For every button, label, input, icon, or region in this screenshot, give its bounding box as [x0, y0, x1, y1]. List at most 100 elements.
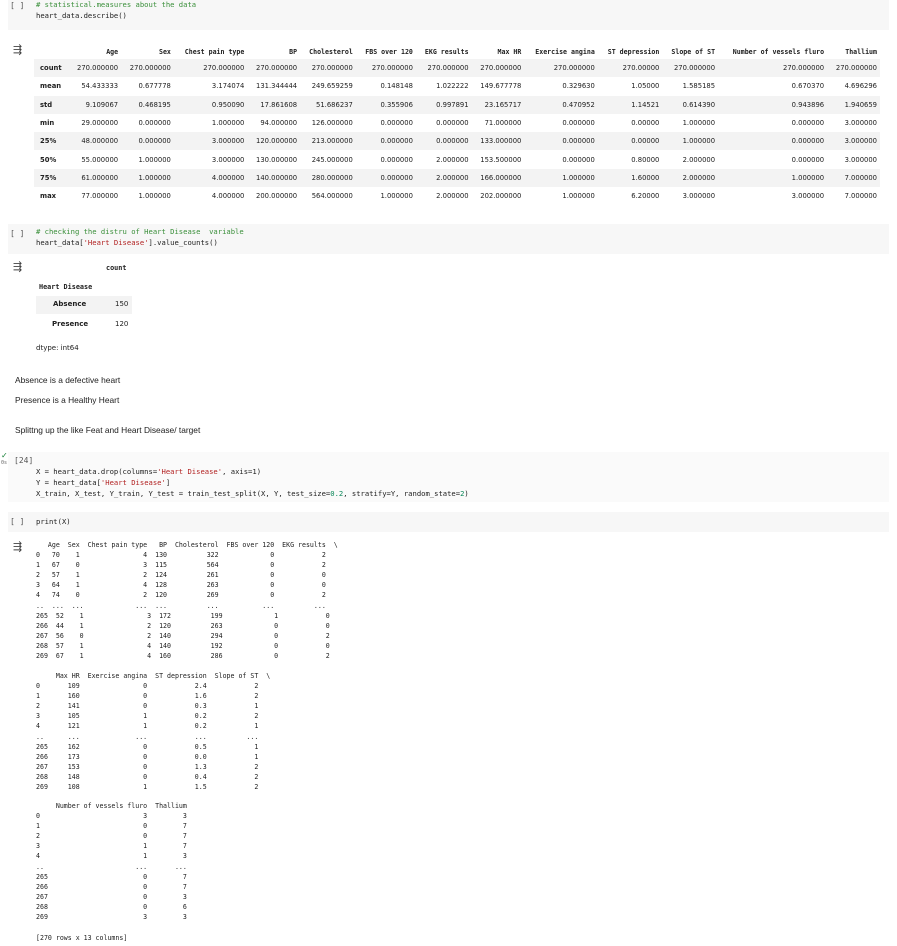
table-cell: 0.000000 — [121, 132, 174, 151]
table-cell: 1.000000 — [138, 155, 171, 164]
code-comment: # statistical.measures about the data — [36, 0, 197, 9]
table-cell: 120.000000 — [247, 132, 301, 151]
table-cell: 0.000000 — [524, 132, 598, 151]
table-cell: 0.997891 — [415, 95, 472, 114]
table-cell: 270.000000 — [121, 59, 174, 78]
table-cell: 1.000000 — [662, 132, 719, 151]
table-cell: 4.000000 — [211, 192, 245, 201]
table-cell: 0.000000 — [791, 155, 825, 164]
table-cell: 270.000000 — [524, 59, 598, 78]
describe-output-table: Age Sex Chest pain type BP Cholesterol FBS ov… — [34, 45, 880, 205]
print-output-block: Max HR Exercise angina ST depression Slo… — [36, 672, 271, 792]
row-index: mean — [40, 82, 62, 91]
column-header: FBS over 120 — [365, 48, 413, 56]
row-index: 75% — [34, 168, 69, 188]
table-cell: 2.000000 — [415, 168, 472, 188]
code-line: heart_data.describe() — [36, 11, 127, 20]
table-cell: 200.000000 — [256, 192, 298, 201]
code-token: ] — [165, 478, 171, 487]
table-cell: 213.000000 — [300, 132, 356, 151]
row-index: min — [40, 119, 55, 128]
code-token: ) — [464, 489, 469, 498]
table-cell: 2.000000 — [436, 192, 469, 201]
table-cell: 4.000000 — [173, 168, 248, 188]
table-cell: 249.659259 — [311, 82, 353, 91]
row-index: std — [34, 95, 69, 114]
table-cell: 1.000000 — [682, 119, 716, 128]
code-cell-print[interactable] — [8, 512, 889, 532]
table-cell: 29.000000 — [81, 119, 119, 128]
output-toggle-icon[interactable]: ⇶ — [13, 43, 27, 56]
table-cell: 1.000000 — [211, 119, 245, 128]
table-row: count 270.000000 270.000000 270.000000 270.0… — [34, 59, 880, 78]
run-cell-button[interactable]: [ ] — [10, 517, 24, 526]
table-cell: 140.000000 — [247, 168, 301, 188]
print-output-footer: [270 rows x 13 columns] — [36, 934, 128, 942]
code-editor[interactable]: X = heart_data.drop(columns='Heart Disea… — [36, 466, 469, 499]
value-counts-label: Presence — [52, 320, 89, 328]
table-cell: 0.000000 — [415, 132, 472, 151]
markdown-text: Absence is a defective heart — [15, 375, 121, 385]
output-toggle-icon[interactable]: ⇶ — [13, 540, 27, 553]
value-counts-value: 150 — [115, 300, 129, 308]
table-cell: 3.000000 — [827, 132, 880, 151]
table-cell: 0.000000 — [562, 119, 595, 128]
table-cell: 270.000000 — [471, 59, 525, 78]
table-cell: 0.000000 — [718, 132, 828, 151]
code-string: 'Heart Disease' — [83, 238, 149, 247]
table-cell: 54.433333 — [81, 82, 119, 91]
column-header: ST depression — [607, 48, 660, 56]
table-cell: 130.000000 — [256, 155, 298, 164]
code-comment: # checking the distru of Heart Disease v… — [36, 227, 244, 236]
code-token: , stratify=Y, random_state= — [343, 489, 461, 498]
value-counts-index-header: Heart Disease — [39, 283, 93, 291]
run-cell-button[interactable]: [ ] — [10, 1, 24, 10]
table-cell: 0.329630 — [562, 82, 595, 91]
column-header: Cholesterol — [309, 48, 353, 56]
table-cell: 166.000000 — [471, 168, 525, 188]
exec-time: 0s — [1, 460, 8, 466]
table-row: 25% 48.000000 0.000000 3.000000 120.000000 21… — [34, 132, 880, 151]
code-prefix: heart_data[ — [36, 238, 84, 247]
table-cell: 270.00000 — [597, 59, 663, 78]
table-cell: 23.165717 — [471, 95, 525, 114]
code-editor[interactable]: # checking the distru of Heart Disease v… — [36, 226, 244, 248]
table-cell: 3.000000 — [844, 155, 877, 164]
table-cell: 270.000000 — [300, 59, 356, 78]
markdown-text: Splittng up the like Feat and Heart Dise… — [15, 425, 201, 435]
table-cell: 133.000000 — [471, 132, 525, 151]
code-token: X_train, X_test, Y_train, Y_test = train… — [36, 489, 331, 498]
table-cell: 0.000000 — [380, 155, 413, 164]
run-cell-button[interactable]: [ ] — [10, 229, 24, 238]
table-row: mean 54.433333 0.677778 3.174074 131.344444 2… — [34, 77, 880, 95]
table-cell: 48.000000 — [68, 132, 122, 151]
table-cell: 61.000000 — [68, 168, 122, 188]
code-string: 'Heart Disease' — [100, 478, 166, 487]
table-row: min 29.000000 0.000000 1.000000 94.000000 126… — [34, 114, 880, 132]
table-cell: 270.000000 — [662, 59, 719, 78]
table-cell: 3.000000 — [211, 155, 245, 164]
code-editor[interactable]: # statistical.measures about the data he… — [36, 0, 196, 21]
code-editor[interactable]: print(X) — [36, 516, 71, 527]
table-cell: 245.000000 — [311, 155, 353, 164]
column-header: Thallium — [845, 48, 877, 56]
table-cell: 0.470952 — [524, 95, 598, 114]
table-cell: 1.022222 — [436, 82, 469, 91]
table-cell: 0.468195 — [121, 95, 174, 114]
table-cell: 0.670370 — [791, 82, 825, 91]
output-toggle-icon[interactable]: ⇶ — [13, 260, 27, 273]
row-index: 50% — [40, 155, 57, 164]
table-row: max 77.000000 1.000000 4.000000 200.000000 56… — [34, 187, 880, 205]
run-cell-button[interactable]: [24] — [14, 456, 33, 465]
table-cell: 3.000000 — [844, 119, 877, 128]
table-cell: 0.00000 — [597, 132, 663, 151]
code-suffix: ].value_counts() — [148, 238, 218, 247]
table-cell: 55.000000 — [81, 155, 119, 164]
table-cell: 7.000000 — [844, 192, 877, 201]
table-cell: 77.000000 — [81, 192, 119, 201]
table-cell: 270.000000 — [827, 59, 880, 78]
table-row: 50% 55.000000 1.000000 3.000000 130.000000 24… — [34, 150, 880, 168]
table-cell: 6.20000 — [631, 192, 660, 201]
table-cell: 270.000000 — [173, 59, 248, 78]
table-cell: 0.000000 — [562, 155, 595, 164]
